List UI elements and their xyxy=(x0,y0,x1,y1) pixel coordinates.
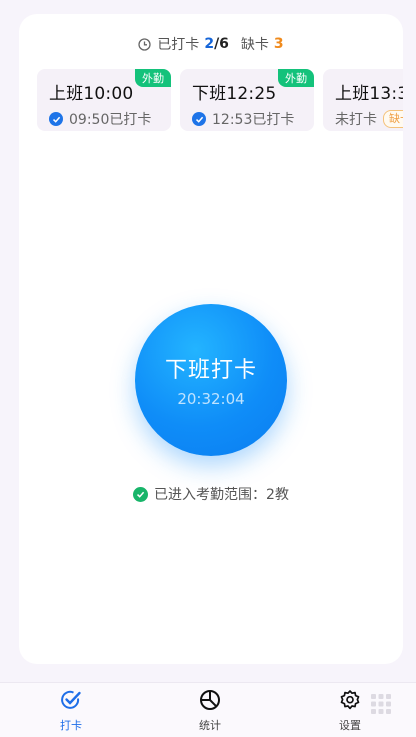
current-time: 20:32:04 xyxy=(177,390,245,408)
shift-time: 上班13:30 xyxy=(335,84,403,104)
punched-label: 已打卡 xyxy=(157,37,200,53)
missing-label: 缺卡 xyxy=(240,37,269,53)
field-work-badge: 外勤 xyxy=(135,69,171,87)
missing-badge: 缺卡 xyxy=(383,110,403,128)
tab-punch[interactable]: 打卡 xyxy=(41,689,101,733)
shift-status: 12:53已打卡 xyxy=(212,112,295,128)
total-count: /6 xyxy=(214,36,229,52)
punch-button-label: 下班打卡 xyxy=(164,358,257,383)
shift-list: 外勤 上班10:00 09:50已打卡 外勤 下班12:25 12:53已打卡 … xyxy=(37,69,403,131)
check-icon xyxy=(49,112,63,126)
punch-summary: 已打卡 2/6 缺卡 3 xyxy=(19,34,403,54)
tab-punch-label: 打卡 xyxy=(60,719,82,732)
field-work-badge: 外勤 xyxy=(278,69,314,87)
main-card: 已打卡 2/6 缺卡 3 外勤 上班10:00 09:50已打卡 外勤 下班12… xyxy=(19,14,403,664)
pie-chart-icon xyxy=(199,689,221,714)
punch-check-icon xyxy=(60,689,82,714)
punch-button[interactable]: 下班打卡 20:32:04 xyxy=(135,304,287,456)
shift-status: 未打卡 xyxy=(335,112,377,128)
punched-count: 2 xyxy=(204,36,215,52)
success-check-icon xyxy=(133,486,149,502)
tab-stats[interactable]: 统计 xyxy=(180,689,240,733)
tab-stats-label: 统计 xyxy=(199,719,221,732)
shift-status: 09:50已打卡 xyxy=(69,112,152,128)
gear-icon xyxy=(339,689,361,714)
shift-card[interactable]: 外勤 上班10:00 09:50已打卡 xyxy=(37,69,171,131)
check-icon xyxy=(192,112,206,126)
range-text: 已进入考勤范围：2教 xyxy=(154,487,289,503)
shift-card[interactable]: 上班13:30 未打卡 缺卡 xyxy=(323,69,403,131)
bottom-tab-bar: 打卡 统计 设置 xyxy=(0,682,416,737)
missing-count: 3 xyxy=(273,36,284,52)
attendance-range-status: 已进入考勤范围：2教 xyxy=(19,484,403,504)
grid-icon[interactable] xyxy=(370,693,392,719)
tab-settings-label: 设置 xyxy=(339,719,361,732)
shift-card[interactable]: 外勤 下班12:25 12:53已打卡 xyxy=(180,69,314,131)
clock-icon xyxy=(138,37,151,51)
